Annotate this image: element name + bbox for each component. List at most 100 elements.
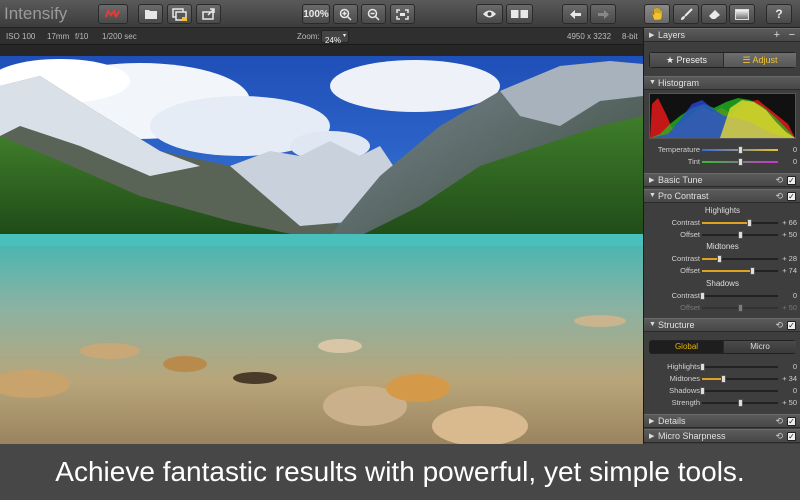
- add-layer-icon[interactable]: +: [774, 29, 780, 41]
- st-shadows-slider[interactable]: [700, 387, 778, 395]
- st-midtones-knob[interactable]: [721, 375, 727, 383]
- mt-offset-knob[interactable]: [750, 267, 756, 275]
- mt-contrast-knob[interactable]: [716, 255, 722, 263]
- fit-screen-button[interactable]: [390, 4, 415, 24]
- adjust-tab[interactable]: ☰ Adjust: [724, 53, 796, 67]
- details-checkbox[interactable]: ✓: [787, 417, 796, 426]
- tint-row: Tint 0: [644, 156, 800, 168]
- intensify-logo-button[interactable]: [98, 4, 128, 24]
- layers-header[interactable]: ▶ Layers + −: [644, 28, 800, 42]
- sh-offset-label: Offset: [680, 303, 700, 312]
- info-bar: ISO 100 17mm f/10 1/200 sec Zoom: 24% ▾ …: [0, 28, 643, 45]
- sh-contrast-slider[interactable]: [700, 292, 778, 300]
- share-button[interactable]: [196, 4, 221, 24]
- micro-tab[interactable]: Micro: [724, 341, 796, 353]
- undo-button[interactable]: [562, 4, 588, 24]
- sh-contrast-row: Contrast 0: [644, 290, 800, 302]
- help-button[interactable]: ?: [766, 4, 792, 24]
- histogram-header[interactable]: ▼ Histogram: [644, 76, 800, 90]
- st-highlights-value: 0: [792, 362, 797, 371]
- logo-icon: [105, 9, 120, 18]
- iso-readout: ISO 100: [6, 32, 36, 41]
- sh-contrast-knob[interactable]: [700, 292, 705, 300]
- basic-tune-checkbox[interactable]: ✓: [787, 176, 796, 185]
- st-highlights-row: Highlights 0: [644, 361, 800, 373]
- focal-length-readout: 17mm: [47, 32, 70, 41]
- expand-triangle-icon: ▶: [649, 177, 655, 184]
- preview-button[interactable]: [476, 4, 503, 24]
- reset-icon[interactable]: ⟲: [775, 416, 783, 427]
- zoom-label: Zoom:: [297, 32, 320, 41]
- zoom-out-button[interactable]: [361, 4, 386, 24]
- structure-checkbox[interactable]: ✓: [787, 321, 796, 330]
- zoom-in-button[interactable]: [333, 4, 358, 24]
- micro-sharpness-header[interactable]: ▶ Micro Sharpness ⟲ ✓: [644, 429, 800, 443]
- st-midtones-label: Midtones: [669, 374, 700, 383]
- details-header[interactable]: ▶ Details ⟲ ✓: [644, 414, 800, 428]
- reset-icon[interactable]: ⟲: [775, 175, 783, 186]
- brush-tool-button[interactable]: [673, 4, 699, 24]
- st-shadows-knob[interactable]: [700, 387, 705, 395]
- hl-offset-row: Offset + 50: [644, 229, 800, 241]
- st-shadows-value: 0: [792, 386, 797, 395]
- global-tab[interactable]: Global: [650, 341, 723, 353]
- hl-contrast-value: + 66: [782, 218, 797, 227]
- hl-contrast-slider[interactable]: [702, 219, 778, 227]
- tint-knob[interactable]: [738, 158, 743, 166]
- zoom-100-button[interactable]: 100%: [302, 4, 330, 24]
- details-label: Details: [658, 416, 686, 426]
- tint-slider[interactable]: [702, 158, 778, 166]
- tint-value: 0: [792, 157, 797, 166]
- structure-header[interactable]: ▼ Structure ⟲ ✓: [644, 318, 800, 332]
- pro-contrast-header[interactable]: ▼ Pro Contrast ⟲ ✓: [644, 189, 800, 203]
- basic-tune-header[interactable]: ▶ Basic Tune ⟲ ✓: [644, 173, 800, 187]
- expand-triangle-icon: ▶: [649, 32, 655, 39]
- tint-label: Tint: [687, 157, 700, 166]
- hl-contrast-row: Contrast + 66: [644, 217, 800, 229]
- shutter-readout: 1/200 sec: [102, 32, 137, 41]
- temperature-label: Temperature: [657, 145, 700, 154]
- eraser-tool-button[interactable]: [701, 4, 727, 24]
- bit-depth: 8-bit: [622, 32, 638, 41]
- layers-label: Layers: [658, 30, 686, 40]
- sh-offset-knob[interactable]: [738, 304, 743, 312]
- micro-sharpness-label: Micro Sharpness: [658, 431, 726, 441]
- slider-fill: [702, 378, 724, 380]
- hl-offset-knob[interactable]: [738, 231, 743, 239]
- open-button[interactable]: [138, 4, 163, 24]
- reset-icon[interactable]: ⟲: [775, 191, 783, 202]
- temperature-slider[interactable]: [702, 146, 778, 154]
- presets-tab[interactable]: ★ Presets: [650, 53, 723, 67]
- adjust-label: Adjust: [752, 55, 778, 65]
- mt-contrast-value: + 28: [782, 254, 797, 263]
- reset-icon[interactable]: ⟲: [775, 320, 783, 331]
- reset-icon[interactable]: ⟲: [775, 431, 783, 442]
- st-strength-slider[interactable]: [702, 399, 778, 407]
- st-highlights-slider[interactable]: [700, 363, 778, 371]
- micro-sharpness-checkbox[interactable]: ✓: [787, 432, 796, 441]
- temperature-knob[interactable]: [738, 146, 743, 154]
- photo-canvas[interactable]: [0, 56, 643, 444]
- pro-contrast-checkbox[interactable]: ✓: [787, 192, 796, 201]
- hl-offset-slider[interactable]: [702, 231, 778, 239]
- eraser-icon: [708, 9, 720, 19]
- hl-offset-value: + 50: [782, 230, 797, 239]
- mt-offset-slider[interactable]: [702, 267, 778, 275]
- global-tab-label: Global: [674, 342, 699, 351]
- st-midtones-slider[interactable]: [702, 375, 778, 383]
- st-highlights-knob[interactable]: [700, 363, 705, 371]
- st-strength-knob[interactable]: [738, 399, 743, 407]
- sh-offset-row: Offset + 50: [644, 302, 800, 314]
- gradient-tool-button[interactable]: [729, 4, 755, 24]
- help-icon: ?: [775, 7, 783, 21]
- hand-tool-button[interactable]: [644, 4, 670, 24]
- sh-offset-slider[interactable]: [702, 304, 778, 312]
- compare-button[interactable]: [506, 4, 533, 24]
- mt-contrast-slider[interactable]: [702, 255, 778, 263]
- zoom-select[interactable]: 24% ▾: [321, 30, 349, 45]
- batch-button[interactable]: [167, 4, 192, 24]
- hl-contrast-knob[interactable]: [747, 219, 753, 227]
- undo-icon: [569, 9, 581, 19]
- redo-button[interactable]: [590, 4, 616, 24]
- remove-layer-icon[interactable]: −: [789, 29, 795, 41]
